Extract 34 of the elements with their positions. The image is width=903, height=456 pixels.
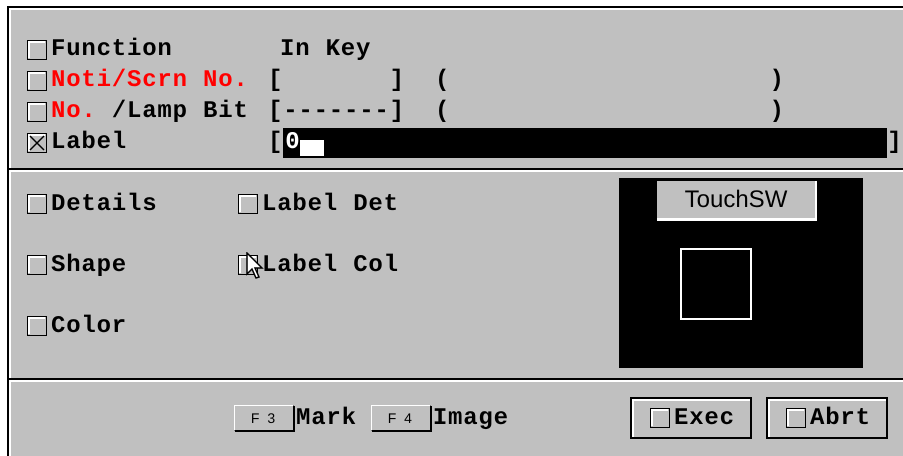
dialog-button[interactable]: Exec — [630, 397, 752, 439]
bracket: ] — [887, 129, 902, 156]
field-label: Label — [51, 129, 128, 156]
mouse-pointer-icon — [246, 252, 266, 280]
function-value: In Key — [279, 36, 372, 63]
function-key[interactable]: F 4 — [370, 405, 431, 431]
field-label: No. /Lamp Bit — [51, 98, 249, 125]
label-input-field[interactable]: 0 — [283, 128, 888, 158]
comment-field: ( ) — [435, 98, 785, 125]
key-label: Mark — [296, 404, 357, 432]
number-field[interactable]: [ ] — [268, 67, 435, 94]
function-key[interactable]: F 3 — [234, 405, 294, 431]
switch-shape — [680, 248, 752, 320]
field-label: Noti/Scrn No. — [51, 67, 249, 94]
dialog-button[interactable]: Abrt — [766, 397, 888, 439]
checkbox[interactable] — [27, 40, 47, 60]
field-label: Function — [51, 36, 173, 63]
key-label: Image — [432, 404, 509, 432]
option-label: Label Det — [262, 190, 399, 218]
checkbox[interactable] — [27, 102, 47, 122]
comment-field: ( ) — [435, 67, 785, 94]
option-label: Shape — [51, 252, 128, 278]
option-label: Color — [51, 312, 128, 340]
number-field[interactable]: [-------] — [268, 98, 435, 125]
checkbox[interactable] — [27, 70, 47, 90]
checkbox[interactable] — [27, 316, 47, 336]
option-label: Label Col — [262, 252, 399, 278]
touch-switch-caption: TouchSW — [657, 181, 817, 221]
checkbox[interactable] — [27, 255, 47, 275]
bracket: [ — [268, 129, 284, 156]
checkbox[interactable] — [27, 194, 47, 214]
checkbox[interactable] — [27, 132, 47, 152]
checkbox[interactable] — [238, 194, 258, 214]
option-label: Details — [51, 190, 158, 218]
